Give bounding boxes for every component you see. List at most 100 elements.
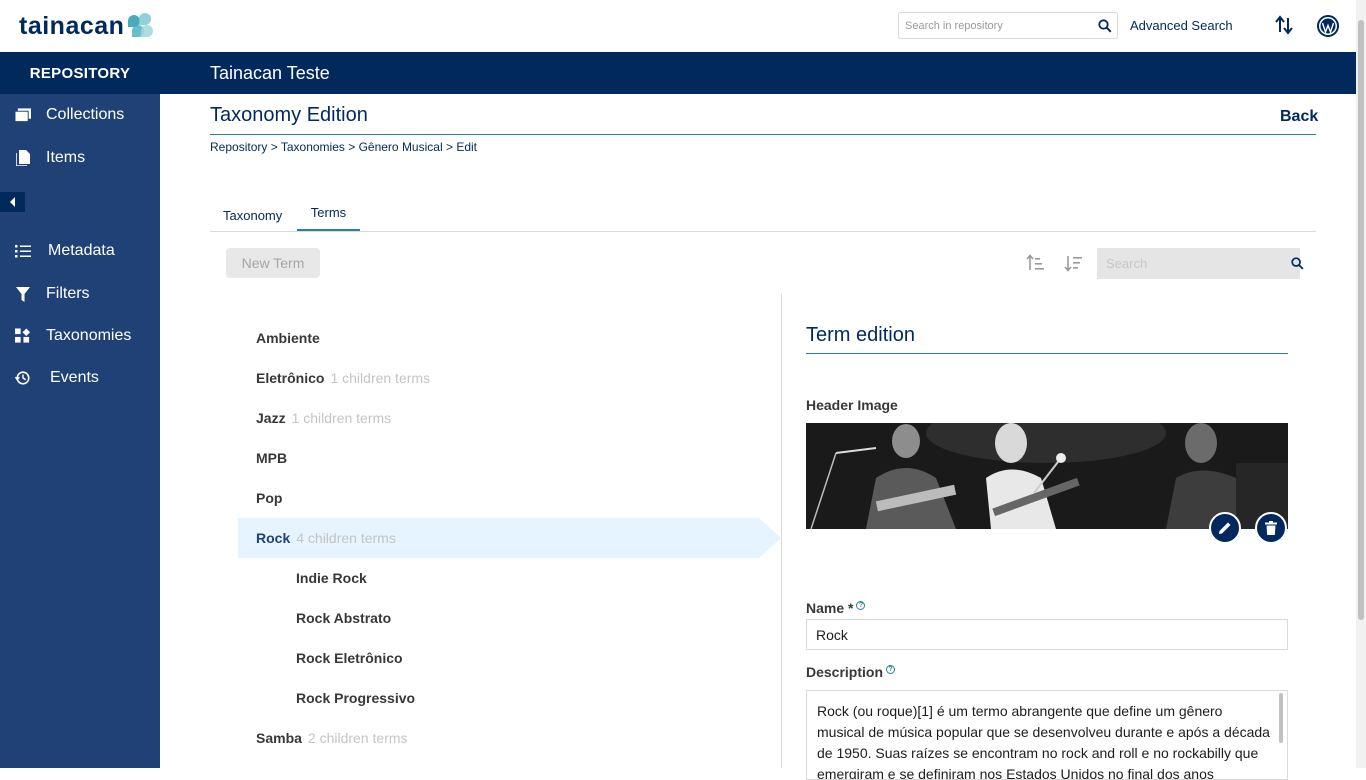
breadcrumb-edit: Edit <box>456 140 478 154</box>
term-name: Indie Rock <box>296 570 367 586</box>
selected-term-arrow <box>759 518 781 558</box>
search-icon[interactable] <box>1291 257 1304 270</box>
repository-search-input[interactable] <box>899 13 1093 38</box>
title-divider <box>210 134 1316 135</box>
description-label-text: Description <box>806 664 884 680</box>
child-term-row[interactable]: Indie Rock <box>296 558 736 598</box>
breadcrumb-separator: > <box>445 140 453 154</box>
term-row[interactable]: Jazz 1 children terms <box>256 398 736 438</box>
sort-ascending-icon[interactable] <box>1026 253 1046 273</box>
collections-icon <box>15 107 31 123</box>
wordpress-icon[interactable] <box>1317 15 1339 37</box>
term-name: Jazz <box>256 410 286 426</box>
term-search <box>1097 248 1304 279</box>
pencil-icon <box>1219 522 1231 534</box>
breadcrumb-genre[interactable]: Gênero Musical <box>359 140 443 154</box>
term-row[interactable]: Pop <box>256 478 736 518</box>
repository-label[interactable]: REPOSITORY <box>0 52 160 94</box>
name-label-text: Name * <box>806 600 854 616</box>
sidebar-item-label: Items <box>46 149 86 166</box>
breadcrumb-repository[interactable]: Repository <box>210 140 267 154</box>
logo-mark-icon <box>128 13 154 39</box>
term-name: Rock <box>256 530 291 546</box>
breadcrumb-separator: > <box>348 140 356 154</box>
term-children-count: 2 children terms <box>307 730 408 746</box>
taxonomies-icon <box>15 328 31 344</box>
term-name: Pop <box>256 490 283 506</box>
edition-tabs: Taxonomy Terms <box>210 198 1316 232</box>
events-icon <box>15 370 31 386</box>
sidebar-item-events[interactable]: Events <box>0 360 160 396</box>
sidebar-item-label: Filters <box>46 285 90 302</box>
collapse-sidebar-button[interactable] <box>0 192 25 212</box>
sidebar-item-items[interactable]: Items <box>0 140 160 176</box>
child-term-row[interactable]: Rock Eletrônico <box>296 638 736 678</box>
breadcrumb: Repository > Taxonomies > Gênero Musical… <box>210 140 477 154</box>
header-image-photo <box>806 423 1288 529</box>
header-image <box>806 423 1288 529</box>
search-icon[interactable] <box>1093 18 1117 33</box>
edit-image-button[interactable] <box>1209 512 1241 544</box>
term-name: Rock Eletrônico <box>296 650 403 666</box>
sidebar-item-collections[interactable]: Collections <box>0 97 160 133</box>
repository-search <box>898 12 1118 39</box>
term-row-selected[interactable]: Rock 4 children terms <box>238 518 759 558</box>
term-row[interactable]: Ambiente <box>256 318 736 358</box>
description-field[interactable]: Rock (ou roque)[1] é um termo abrangente… <box>806 690 1288 780</box>
tab-taxonomy[interactable]: Taxonomy <box>223 198 287 232</box>
description-scrollbar[interactable] <box>1279 693 1283 743</box>
sort-swap-icon[interactable] <box>1274 14 1294 36</box>
term-name: MPB <box>256 450 288 466</box>
page-scrollbar[interactable] <box>1356 0 1366 768</box>
sidebar-item-label: Metadata <box>48 242 115 259</box>
sidebar: Collections Items Metadata Filters Taxon… <box>0 94 160 768</box>
sidebar-item-label: Events <box>50 369 99 386</box>
caret-left-icon <box>9 197 15 207</box>
name-label: Name *? <box>806 600 866 616</box>
term-edition-title: Term edition <box>806 324 915 346</box>
top-header: tainacan Advanced Search <box>0 0 1366 52</box>
page-title: Taxonomy Edition <box>210 104 368 126</box>
help-icon[interactable]: ? <box>886 665 896 674</box>
term-row[interactable]: Samba 2 children terms <box>256 718 736 758</box>
trash-icon <box>1265 521 1277 535</box>
term-search-input[interactable] <box>1097 248 1291 279</box>
term-row[interactable]: MPB <box>256 438 736 478</box>
child-term-row[interactable]: Rock Abstrato <box>296 598 736 638</box>
sidebar-item-filters[interactable]: Filters <box>0 276 160 312</box>
term-name: Eletrônico <box>256 370 325 386</box>
tainacan-logo[interactable]: tainacan <box>19 11 154 41</box>
term-name: Ambiente <box>256 330 320 346</box>
help-icon[interactable]: ? <box>856 601 866 610</box>
child-term-row[interactable]: Rock Progressivo <box>296 678 736 718</box>
scrollbar-thumb[interactable] <box>1358 20 1364 620</box>
term-edition-divider <box>806 353 1288 354</box>
breadcrumb-taxonomies[interactable]: Taxonomies <box>281 140 345 154</box>
repository-band: REPOSITORY Tainacan Teste <box>0 52 1356 94</box>
name-field[interactable]: Rock <box>806 619 1288 650</box>
term-row[interactable]: Eletrônico 1 children terms <box>256 358 736 398</box>
sort-descending-icon[interactable] <box>1064 253 1084 273</box>
column-divider <box>781 294 782 768</box>
back-link[interactable]: Back <box>1280 108 1318 126</box>
sidebar-item-taxonomies[interactable]: Taxonomies <box>0 318 160 354</box>
header-image-label: Header Image <box>806 397 898 413</box>
term-children-count: 1 children terms <box>330 370 431 386</box>
tab-terms[interactable]: Terms <box>297 196 360 231</box>
term-name: Rock Abstrato <box>296 610 392 626</box>
term-children-count: 4 children terms <box>296 530 396 546</box>
filter-icon <box>15 286 31 302</box>
sidebar-item-label: Taxonomies <box>46 327 132 344</box>
description-label: Description? <box>806 664 896 680</box>
metadata-icon <box>15 243 31 259</box>
items-icon <box>15 150 31 166</box>
term-name: Samba <box>256 730 302 746</box>
delete-image-button[interactable] <box>1255 512 1287 544</box>
term-children-count: 1 children terms <box>291 410 392 426</box>
site-title: Tainacan Teste <box>210 63 330 83</box>
new-term-button[interactable]: New Term <box>226 248 320 278</box>
term-name: Rock Progressivo <box>296 690 416 706</box>
logo-text: tainacan <box>19 11 125 40</box>
sidebar-item-metadata[interactable]: Metadata <box>0 233 160 269</box>
advanced-search-link[interactable]: Advanced Search <box>1130 18 1233 33</box>
